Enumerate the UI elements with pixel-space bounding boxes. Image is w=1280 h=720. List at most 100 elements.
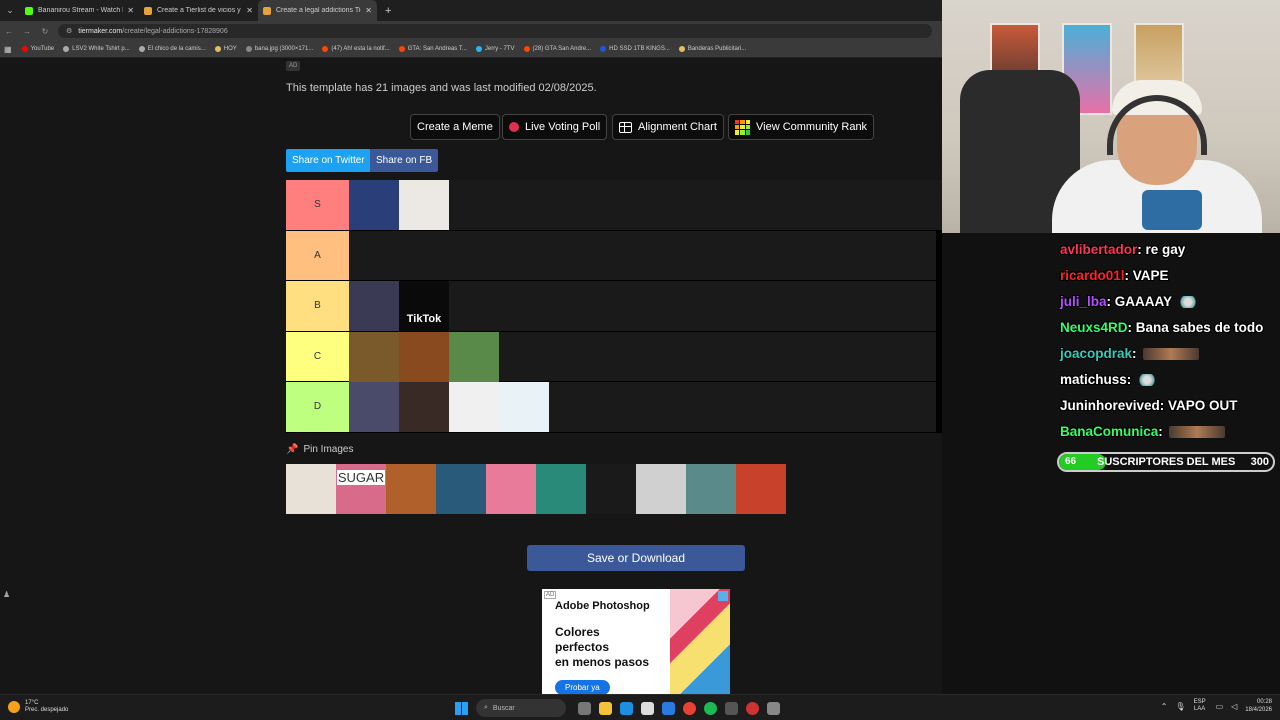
save-download-button[interactable]: Save or Download — [527, 545, 745, 571]
browser-tab[interactable]: Bananirou Stream - Watch Live ✕ — [20, 0, 139, 21]
weather-widget[interactable]: 17°C Prec. despejado — [8, 700, 68, 714]
live-voting-poll-button[interactable]: Live Voting Poll — [502, 114, 608, 140]
chat-username[interactable]: avlibertador — [1060, 242, 1137, 257]
template-info: This template has 21 images and was last… — [286, 82, 597, 94]
tab-close-icon[interactable]: ✕ — [127, 6, 134, 15]
zyn-pouches-image[interactable] — [736, 464, 786, 514]
chat-username[interactable]: matichuss — [1060, 372, 1127, 387]
language-indicator[interactable]: ESP LAA — [1194, 699, 1206, 713]
sports-betting-image[interactable] — [349, 382, 399, 432]
tier-items — [349, 231, 942, 281]
coffee-image[interactable] — [399, 180, 449, 230]
chat-username[interactable]: juli_lba — [1060, 294, 1107, 309]
bookmark-item[interactable]: HOY — [214, 46, 237, 52]
bookmark-item[interactable]: LSV2 White Tshirt p... — [63, 46, 130, 52]
lips-image[interactable] — [486, 464, 536, 514]
bookmark-item[interactable]: Banderas Publicitari... — [678, 46, 746, 52]
junk-food-image[interactable] — [399, 331, 449, 382]
bookmark-item[interactable]: Jerry - 7TV — [475, 46, 515, 52]
tab-favicon-icon — [25, 6, 33, 15]
cigarette-image[interactable] — [449, 382, 499, 432]
obs-icon[interactable] — [725, 701, 738, 715]
taskbar-search[interactable]: ⌕ Buscar — [476, 699, 566, 717]
clock-time: 00:28 — [1256, 699, 1272, 705]
windows-start-icon[interactable] — [455, 701, 468, 715]
share-facebook-button[interactable]: Share on FB — [370, 149, 439, 172]
tab-close-icon[interactable]: ✕ — [365, 6, 372, 15]
photoshop-ad[interactable]: AD Adobe Photoshop Colores perfectos en … — [542, 589, 730, 694]
chat-username[interactable]: joacopdrak — [1060, 346, 1132, 361]
bookmark-favicon-icon — [214, 46, 221, 52]
trading-image[interactable] — [449, 331, 499, 382]
vape-image[interactable] — [499, 382, 549, 432]
bookmark-item[interactable]: HD SSD 1TB KINGS... — [600, 46, 670, 52]
sugar-spoon-image[interactable] — [399, 382, 449, 432]
energy-drinks-image[interactable] — [349, 180, 399, 230]
tier-label[interactable]: S — [286, 180, 349, 230]
adult-content-image[interactable] — [636, 464, 686, 514]
pin-images-label[interactable]: 📌 Pin Images — [286, 444, 353, 455]
cannabis-image[interactable] — [536, 464, 586, 514]
sugar-cubes-image[interactable] — [286, 464, 336, 514]
new-tab-button[interactable]: + — [377, 5, 399, 17]
tab-close-icon[interactable]: ✕ — [246, 6, 253, 15]
tier-label[interactable]: A — [286, 230, 349, 280]
task-view-icon[interactable] — [578, 701, 591, 715]
tier-label[interactable]: B — [286, 281, 349, 331]
live-voting-poll-label: Live Voting Poll — [525, 121, 601, 133]
bookmark-item[interactable]: El chico de la camis... — [138, 46, 206, 52]
spotify-icon[interactable] — [704, 701, 717, 715]
mic-icon[interactable]: 🎙 — [1175, 702, 1185, 711]
slot-machines-image[interactable] — [436, 464, 486, 514]
settings-icon[interactable] — [767, 701, 780, 715]
share-twitter-button[interactable]: Share on Twitter — [286, 149, 371, 172]
bookmark-item[interactable]: YouTube — [21, 46, 54, 52]
chat-username[interactable]: Juninhorevived — [1060, 398, 1160, 413]
cocaine-image[interactable] — [586, 464, 636, 514]
ad-close-icon[interactable] — [718, 591, 728, 601]
bookmark-item[interactable]: (28) GTA San Andre... — [523, 46, 592, 52]
tab-search-icon[interactable]: ⌄ — [0, 5, 20, 16]
edge-icon[interactable] — [620, 701, 633, 715]
forward-icon[interactable]: → — [18, 27, 36, 36]
bookmark-item[interactable]: bana.jpg (3000×171... — [245, 46, 313, 52]
tier-label[interactable]: D — [286, 382, 349, 432]
app-icon[interactable] — [746, 701, 759, 715]
ad-cta-button[interactable]: Probar ya — [555, 680, 610, 694]
bookmark-item[interactable]: GTA: San Andreas T... — [398, 46, 467, 52]
chat-username[interactable]: ricardo01l — [1060, 268, 1125, 283]
sugar-donuts-image[interactable]: SUGAR — [336, 464, 386, 514]
alcohol-image[interactable] — [349, 331, 399, 382]
browser-tab[interactable]: Create a legal addictions Tier L ✕ — [258, 0, 377, 21]
url-field[interactable]: ⚙ tiermaker.com/create/legal-addictions-… — [58, 24, 932, 38]
view-community-rank-button[interactable]: View Community Rank — [728, 114, 875, 140]
mail-icon[interactable] — [662, 701, 675, 715]
apps-icon[interactable]: ▦ — [4, 45, 12, 54]
store-icon[interactable] — [641, 701, 654, 715]
bookmark-item[interactable]: (47) Ah! esta la notif... — [322, 46, 390, 52]
site-info-icon[interactable]: ⚙ — [66, 27, 72, 35]
bookmark-label: (28) GTA San Andre... — [532, 46, 592, 52]
smartphone-image[interactable] — [349, 281, 399, 331]
tiktok-image[interactable]: TikTok — [399, 281, 449, 331]
volume-icon[interactable]: ◁ — [1231, 702, 1237, 711]
sub-goal-target: 300 — [1250, 456, 1269, 468]
tier-row: B TikTok ⚙⌃⌄ — [286, 281, 942, 332]
vaping-person-image[interactable] — [686, 464, 736, 514]
reload-icon[interactable]: ↻ — [36, 27, 54, 36]
back-icon[interactable]: ← — [0, 27, 18, 36]
create-meme-button[interactable]: Create a Meme — [410, 114, 500, 140]
file-explorer-icon[interactable] — [599, 701, 612, 715]
create-meme-label: Create a Meme — [417, 121, 493, 133]
clock[interactable]: 00:28 18/4/2026 — [1245, 698, 1272, 714]
tier-label[interactable]: C — [286, 331, 349, 381]
alignment-chart-button[interactable]: Alignment Chart — [612, 114, 724, 140]
tray-overflow-icon[interactable]: ⌃ — [1161, 702, 1168, 711]
chat-username[interactable]: Neuxs4RD — [1060, 320, 1128, 335]
search-placeholder: Buscar — [492, 704, 515, 712]
fast-food-image[interactable] — [386, 464, 436, 514]
chat-username[interactable]: BanaComunica — [1060, 424, 1158, 439]
network-icon[interactable]: ▭ — [1216, 702, 1224, 711]
chrome-icon[interactable] — [683, 701, 696, 715]
browser-tab[interactable]: Create a Tierlist de vicios y adic ✕ — [139, 0, 258, 21]
